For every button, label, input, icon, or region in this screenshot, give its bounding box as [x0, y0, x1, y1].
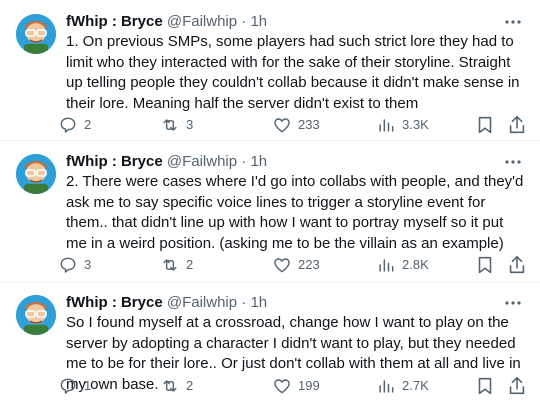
tweet-1[interactable]: fWhip : Bryce @Failwhip · 1h 1. On previ…: [0, 12, 540, 136]
tweet-header: fWhip : Bryce @Failwhip · 1h: [66, 293, 267, 313]
share-upload-icon[interactable]: [506, 114, 528, 136]
handle[interactable]: @Failwhip: [167, 294, 237, 311]
share-upload-icon[interactable]: [506, 254, 528, 276]
bookmark-icon[interactable]: [474, 375, 496, 397]
tweet-divider: [0, 282, 540, 283]
views-bars-icon: [379, 259, 394, 272]
display-name[interactable]: fWhip : Bryce: [66, 294, 163, 311]
like-button[interactable]: 223: [272, 254, 320, 276]
tweet-text: 1. On previous SMPs, some players had su…: [66, 33, 520, 112]
share-upload-icon[interactable]: [506, 375, 528, 397]
tweet-text: 2. There were cases where I'd go into co…: [66, 173, 524, 252]
like-count: 199: [298, 378, 320, 393]
reply-count: 1: [84, 378, 92, 393]
tweet-3[interactable]: fWhip : Bryce @Failwhip · 1h So I found …: [0, 293, 540, 401]
timestamp[interactable]: 1h: [250, 294, 267, 311]
tweet-header: fWhip : Bryce @Failwhip · 1h: [66, 152, 267, 172]
views-count: 2.8K: [402, 257, 429, 272]
views-bars-icon: [379, 119, 394, 132]
tweet-header: fWhip : Bryce @Failwhip · 1h: [66, 12, 267, 32]
reply-button[interactable]: 1: [58, 375, 91, 397]
reply-count: 2: [84, 117, 92, 132]
views-count: 3.3K: [402, 117, 429, 132]
timestamp[interactable]: 1h: [250, 13, 267, 30]
display-name[interactable]: fWhip : Bryce: [66, 153, 163, 170]
like-button[interactable]: 199: [272, 375, 320, 397]
action-bar: 2 3 233 3.3K: [58, 114, 528, 136]
avatar[interactable]: [16, 14, 56, 54]
avatar[interactable]: [16, 295, 56, 335]
views-button[interactable]: 3.3K: [376, 114, 429, 136]
reply-bubble-icon: [60, 378, 76, 394]
repost-arrows-icon: [163, 259, 177, 271]
repost-arrows-icon: [163, 380, 177, 392]
action-bar: 3 2 223 2.8K: [58, 254, 528, 276]
repost-count: 2: [186, 378, 194, 393]
avatar-image: [16, 295, 56, 335]
action-bar: 1 2 199 2.7K: [58, 375, 528, 397]
separator-dot: ·: [241, 13, 247, 30]
reply-button[interactable]: 2: [58, 114, 91, 136]
display-name[interactable]: fWhip : Bryce: [66, 13, 163, 30]
avatar-image: [16, 154, 56, 194]
views-bars-icon: [379, 380, 394, 393]
repost-count: 3: [186, 117, 194, 132]
reply-bubble-icon: [60, 117, 76, 133]
repost-count: 2: [186, 257, 194, 272]
separator-dot: ·: [241, 294, 247, 311]
more-dots-icon[interactable]: [502, 293, 524, 313]
repost-button[interactable]: 2: [160, 375, 193, 397]
heart-icon: [274, 118, 290, 133]
more-dots-icon[interactable]: [502, 12, 524, 32]
tweet-divider: [0, 140, 540, 141]
like-count: 223: [298, 257, 320, 272]
bookmark-icon[interactable]: [474, 114, 496, 136]
like-count: 233: [298, 117, 320, 132]
reply-button[interactable]: 3: [58, 254, 91, 276]
avatar[interactable]: [16, 154, 56, 194]
repost-button[interactable]: 3: [160, 114, 193, 136]
separator-dot: ·: [241, 153, 247, 170]
views-button[interactable]: 2.7K: [376, 375, 429, 397]
handle[interactable]: @Failwhip: [167, 153, 237, 170]
avatar-image: [16, 14, 56, 54]
heart-icon: [274, 379, 290, 394]
bookmark-icon[interactable]: [474, 254, 496, 276]
repost-arrows-icon: [163, 119, 177, 131]
timestamp[interactable]: 1h: [250, 153, 267, 170]
more-dots-icon[interactable]: [502, 152, 524, 172]
views-count: 2.7K: [402, 378, 429, 393]
heart-icon: [274, 258, 290, 273]
handle[interactable]: @Failwhip: [167, 13, 237, 30]
reply-bubble-icon: [60, 257, 76, 273]
repost-button[interactable]: 2: [160, 254, 193, 276]
views-button[interactable]: 2.8K: [376, 254, 429, 276]
like-button[interactable]: 233: [272, 114, 320, 136]
tweet-2[interactable]: fWhip : Bryce @Failwhip · 1h 2. There we…: [0, 152, 540, 278]
reply-count: 3: [84, 257, 92, 272]
